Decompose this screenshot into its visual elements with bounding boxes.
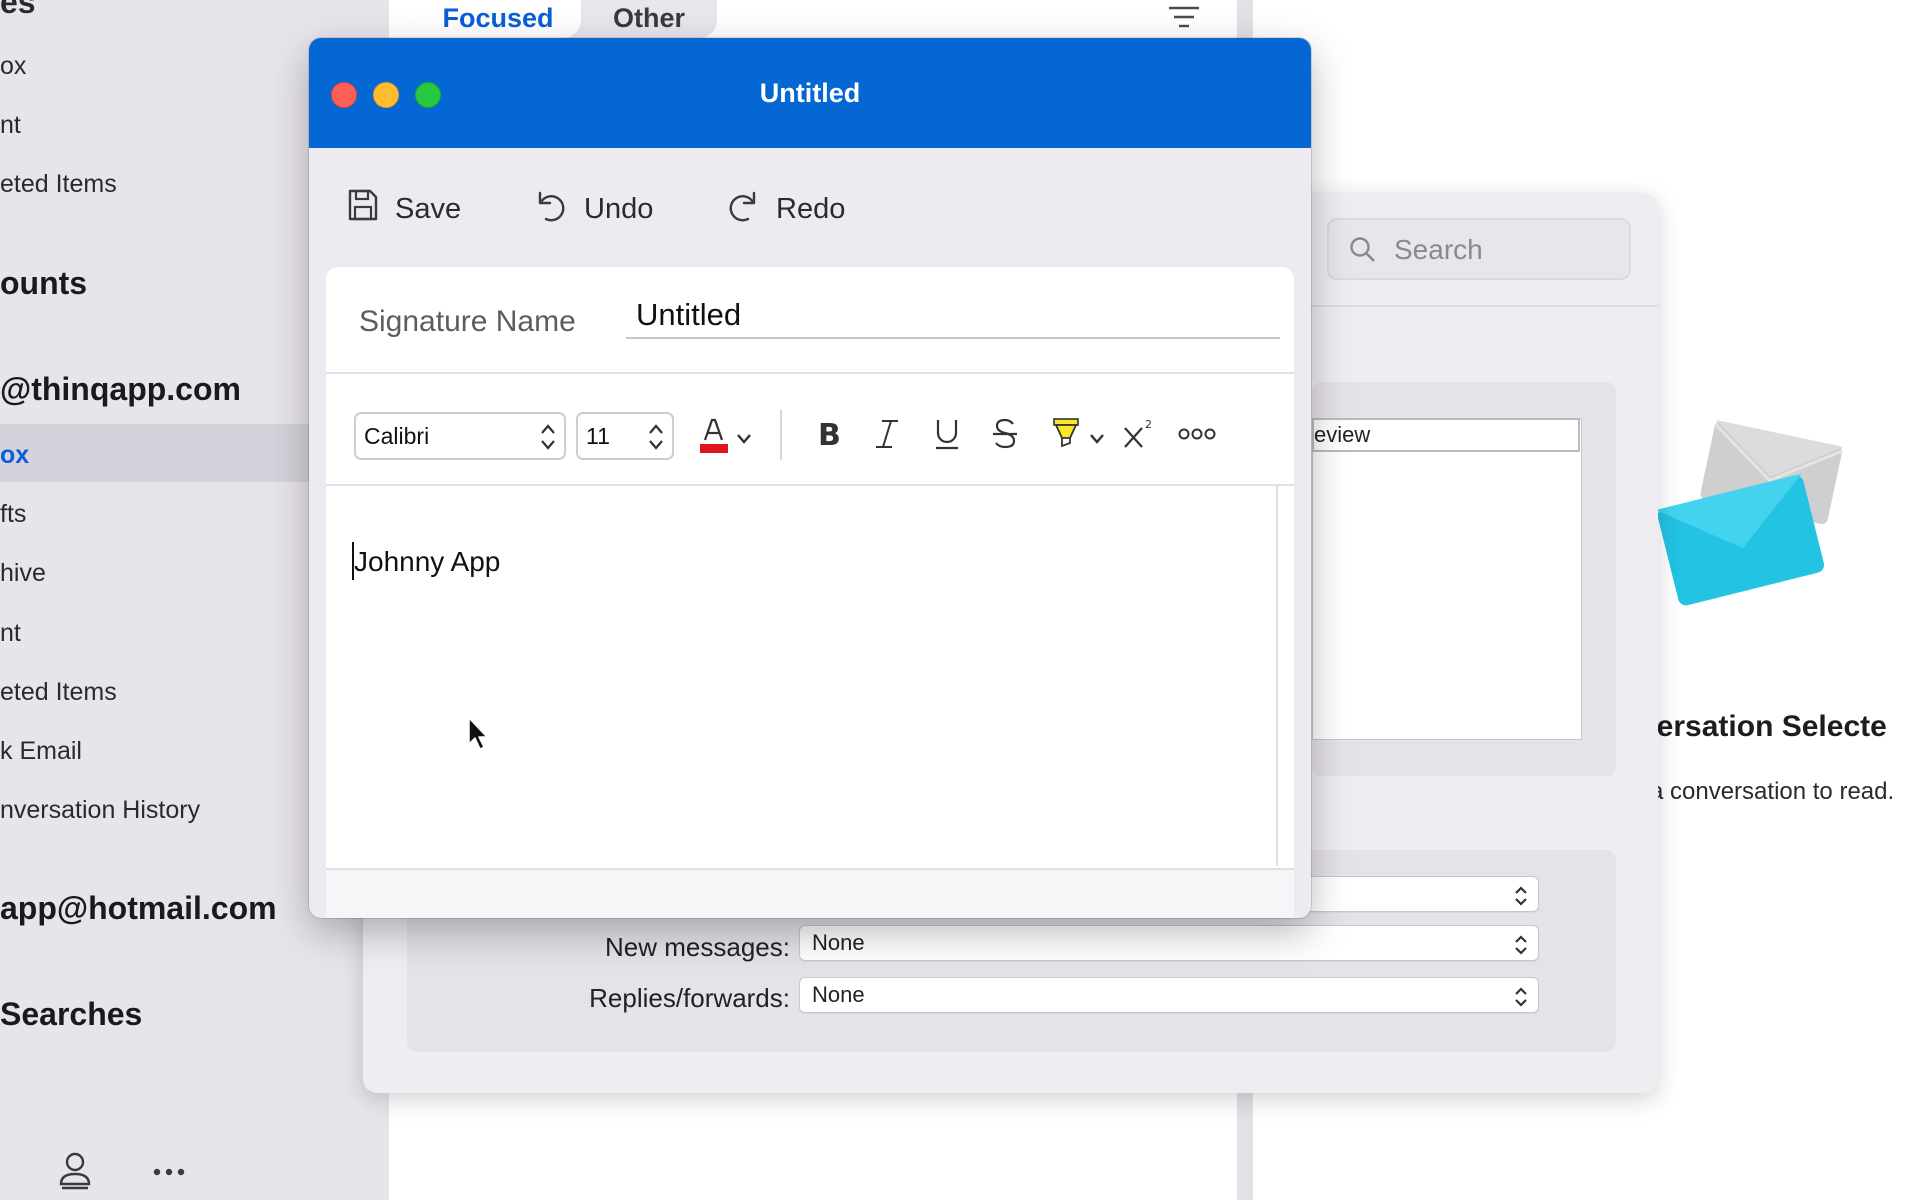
- sidebar-item-account-sent[interactable]: nt: [0, 619, 21, 648]
- updown-icon: [540, 422, 556, 466]
- sidebar-item-account-inbox[interactable]: ox: [0, 441, 29, 470]
- no-conversation-subtitle: a conversation to read.: [1650, 778, 1895, 805]
- tab-other[interactable]: Other: [581, 0, 717, 38]
- sidebar-account-thinqapp[interactable]: @thinqapp.com: [0, 371, 241, 408]
- preferences-toolbar-separator: [1310, 305, 1658, 307]
- signature-list-header[interactable]: eview: [1312, 418, 1580, 452]
- replies-forwards-label: Replies/forwards:: [589, 983, 790, 1013]
- font-color-chevron-down-icon[interactable]: [736, 432, 752, 450]
- signature-list[interactable]: [1312, 418, 1582, 740]
- font-size-select[interactable]: 11: [576, 412, 674, 460]
- sidebar-item-inbox[interactable]: ox: [0, 52, 26, 81]
- redo-button[interactable]: Redo: [726, 184, 845, 234]
- superscript-icon[interactable]: 2: [1122, 416, 1156, 457]
- more-options-icon[interactable]: [1178, 426, 1216, 447]
- sidebar-item-archive[interactable]: hive: [0, 559, 46, 588]
- signature-editor-card: Signature Name Calibri 11 B: [326, 267, 1294, 918]
- sidebar-item-junk[interactable]: k Email: [0, 737, 82, 766]
- new-messages-label: New messages:: [605, 932, 790, 962]
- signature-editor-window: Untitled Save Undo Redo Signature Name C…: [309, 38, 1311, 918]
- updown-icon: [1514, 883, 1528, 917]
- new-messages-select[interactable]: None: [799, 925, 1539, 961]
- font-family-select[interactable]: Calibri: [354, 412, 566, 460]
- signature-body-editor[interactable]: Johnny App: [326, 486, 1278, 866]
- save-button[interactable]: Save: [347, 184, 461, 234]
- updown-icon: [1514, 932, 1528, 966]
- sidebar-item-deleted[interactable]: eted Items: [0, 170, 117, 199]
- italic-icon[interactable]: [872, 416, 902, 457]
- undo-icon: [534, 187, 568, 231]
- replies-forwards-select[interactable]: None: [799, 977, 1539, 1013]
- mouse-pointer-icon: [467, 716, 491, 757]
- font-family-value: Calibri: [364, 423, 430, 449]
- contacts-icon[interactable]: [58, 1150, 92, 1195]
- font-color-icon[interactable]: [698, 416, 732, 461]
- tab-focused[interactable]: Focused: [415, 0, 581, 38]
- font-size-value: 11: [586, 423, 610, 449]
- sidebar-section-favorites: es: [0, 0, 36, 20]
- redo-label: Redo: [776, 192, 846, 225]
- undo-button[interactable]: Undo: [534, 184, 653, 234]
- undo-label: Undo: [584, 192, 654, 225]
- toolbar-divider: [780, 410, 782, 460]
- updown-icon: [648, 422, 664, 466]
- replies-forwards-select-value: None: [812, 982, 865, 1007]
- search-icon: [1349, 236, 1377, 269]
- sidebar-item-conversation-history[interactable]: nversation History: [0, 796, 200, 825]
- sidebar-item-account-deleted[interactable]: eted Items: [0, 678, 117, 707]
- updown-icon: [1514, 984, 1528, 1018]
- strikethrough-icon[interactable]: [990, 416, 1020, 457]
- sidebar-section-searches: Searches: [0, 996, 143, 1032]
- focused-other-switch: Focused Other: [415, 0, 717, 38]
- signature-name-input[interactable]: [626, 293, 1280, 339]
- underline-icon[interactable]: [932, 416, 962, 457]
- editor-scrollbar-track[interactable]: [326, 868, 1294, 918]
- sidebar-section-accounts: ounts: [0, 265, 88, 301]
- window-titlebar[interactable]: Untitled: [309, 38, 1311, 148]
- search-placeholder: Search: [1394, 234, 1483, 265]
- signature-name-label: Signature Name: [359, 305, 576, 338]
- save-label: Save: [395, 192, 462, 225]
- no-conversation-title: versation Selecte: [1640, 710, 1887, 743]
- highlight-chevron-down-icon[interactable]: [1089, 432, 1105, 450]
- filter-icon[interactable]: [1168, 5, 1200, 34]
- sidebar-item-drafts[interactable]: fts: [0, 500, 26, 529]
- preferences-search-field[interactable]: Search: [1327, 218, 1631, 280]
- envelopes-illustration: [1656, 410, 1856, 635]
- svg-text:B: B: [818, 418, 841, 452]
- formatting-toolbar: Calibri 11 B 2: [326, 374, 1294, 484]
- sidebar-account-hotmail[interactable]: app@hotmail.com: [0, 890, 277, 927]
- sidebar-item-sent[interactable]: nt: [0, 111, 21, 140]
- svg-text:2: 2: [1145, 418, 1152, 431]
- highlight-icon[interactable]: [1050, 416, 1084, 457]
- signature-body-text: Johnny App: [354, 546, 501, 577]
- window-title: Untitled: [759, 78, 861, 108]
- bold-icon[interactable]: B: [814, 416, 844, 457]
- more-icon[interactable]: [152, 1164, 186, 1182]
- save-icon: [347, 188, 379, 230]
- new-messages-select-value: None: [812, 930, 865, 955]
- redo-icon: [726, 187, 760, 231]
